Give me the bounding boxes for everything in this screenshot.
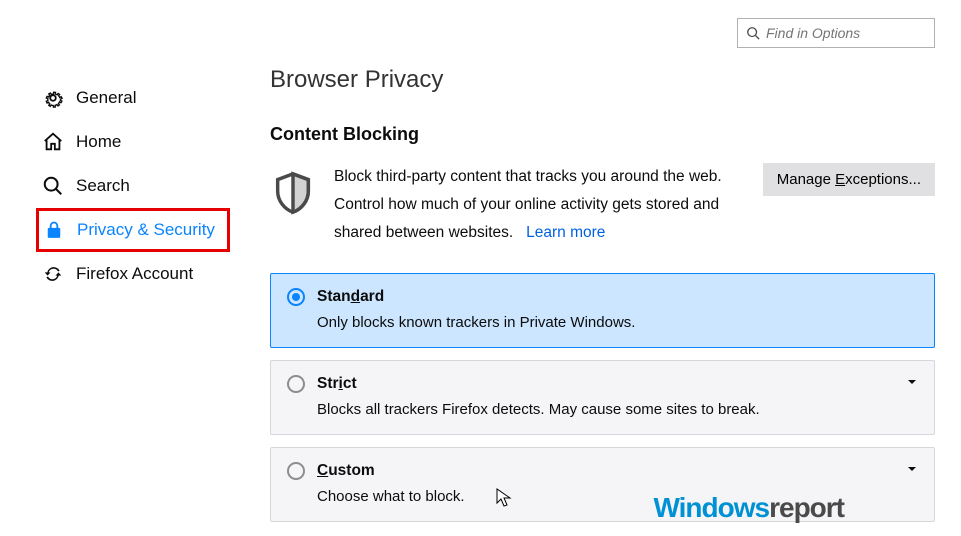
search-input[interactable] xyxy=(766,25,926,41)
option-standard[interactable]: Standard Only blocks known trackers in P… xyxy=(270,273,935,348)
sidebar-item-privacy-security[interactable]: Privacy & Security xyxy=(36,208,230,252)
section-title: Content Blocking xyxy=(270,124,935,145)
home-icon xyxy=(42,131,64,153)
radio-custom[interactable] xyxy=(287,462,305,480)
radio-standard[interactable] xyxy=(287,288,305,306)
manage-exceptions-button[interactable]: Manage Exceptions... xyxy=(763,163,935,196)
main-content: Browser Privacy Content Blocking Block t… xyxy=(230,66,961,534)
search-icon xyxy=(42,175,64,197)
gear-icon xyxy=(42,87,64,109)
sidebar: General Home Search xyxy=(0,66,230,534)
lock-icon xyxy=(43,219,65,241)
sync-icon xyxy=(42,263,64,285)
option-custom[interactable]: Custom Choose what to block. Windowsrepo… xyxy=(270,447,935,522)
page-title: Browser Privacy xyxy=(270,66,935,94)
search-box[interactable] xyxy=(737,18,935,48)
option-title: Standard xyxy=(317,288,384,306)
shield-icon xyxy=(270,163,316,224)
sidebar-item-home[interactable]: Home xyxy=(36,120,230,164)
option-title: Strict xyxy=(317,375,357,393)
chevron-down-icon[interactable] xyxy=(906,375,918,393)
blocking-description: Block third-party content that tracks yo… xyxy=(334,163,735,247)
option-desc: Blocks all trackers Firefox detects. May… xyxy=(317,401,918,418)
chevron-down-icon[interactable] xyxy=(906,462,918,480)
sidebar-item-general[interactable]: General xyxy=(36,76,230,120)
option-strict[interactable]: Strict Blocks all trackers Firefox detec… xyxy=(270,360,935,435)
sidebar-label: Firefox Account xyxy=(76,264,193,284)
option-title: Custom xyxy=(317,462,375,480)
sidebar-label: Search xyxy=(76,176,130,196)
option-desc: Only blocks known trackers in Private Wi… xyxy=(317,314,918,331)
sidebar-label: Privacy & Security xyxy=(77,220,215,240)
sidebar-label: Home xyxy=(76,132,121,152)
sidebar-label: General xyxy=(76,88,136,108)
radio-strict[interactable] xyxy=(287,375,305,393)
search-icon xyxy=(746,26,760,40)
sidebar-item-search[interactable]: Search xyxy=(36,164,230,208)
learn-more-link[interactable]: Learn more xyxy=(526,224,605,241)
sidebar-item-firefox-account[interactable]: Firefox Account xyxy=(36,252,230,296)
watermark: Windowsreport xyxy=(653,492,844,524)
